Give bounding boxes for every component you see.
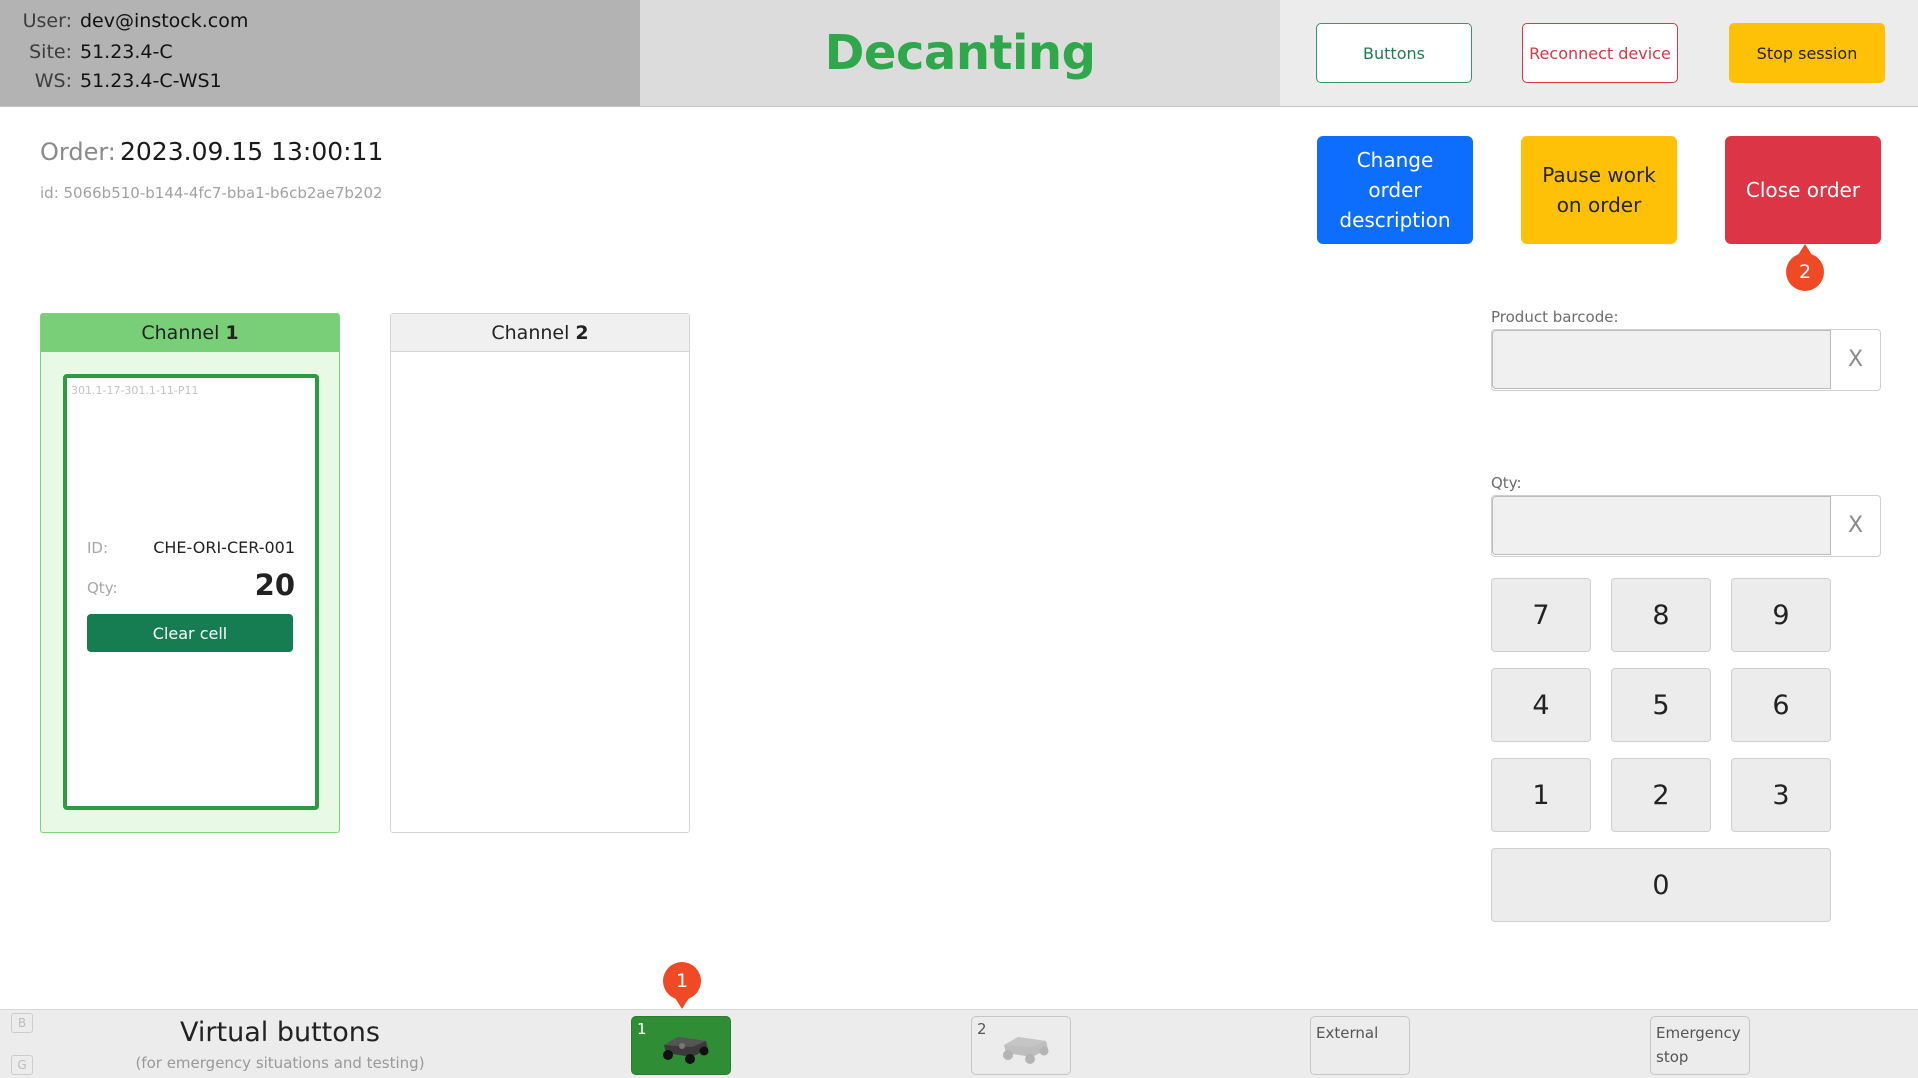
channel-1-name: Channel [141, 321, 220, 344]
external-button[interactable]: External [1310, 1016, 1410, 1075]
user-info-panel: User: dev@instock.com Site: 51.23.4-C WS… [0, 0, 640, 106]
product-barcode-field: X [1491, 329, 1881, 391]
external-label: External [1316, 1024, 1379, 1042]
channel-1-panel: Channel 1 301.1-17-301.1-11-P11 ID: CHE-O… [40, 313, 340, 833]
channel-2-name: Channel [491, 321, 570, 344]
vehicle-1-number: 1 [637, 1020, 647, 1038]
cell-qty-value: 20 [254, 568, 295, 602]
product-barcode-label: Product barcode: [1491, 308, 1619, 326]
ws-value: 51.23.4-C-WS1 [80, 70, 222, 92]
emergency-stop-label: Emergency stop [1656, 1024, 1741, 1066]
channel-2-header: Channel 2 [391, 314, 689, 352]
reconnect-device-button[interactable]: Reconnect device [1522, 23, 1678, 83]
keypad-key-9[interactable]: 9 [1731, 578, 1831, 652]
clear-barcode-button[interactable]: X [1831, 330, 1880, 389]
clear-cell-button[interactable]: Clear cell [87, 614, 293, 652]
qty-input[interactable] [1492, 496, 1831, 555]
vehicle-1-button[interactable]: 1 [631, 1016, 731, 1075]
keypad-key-6[interactable]: 6 [1731, 668, 1831, 742]
order-value: 2023.09.15 13:00:11 [120, 137, 384, 166]
keypad-key-2[interactable]: 2 [1611, 758, 1711, 832]
keypad-key-4[interactable]: 4 [1491, 668, 1591, 742]
keypad-key-8[interactable]: 8 [1611, 578, 1711, 652]
step-marker-2: 2 [1786, 244, 1824, 291]
keypad-key-3[interactable]: 3 [1731, 758, 1831, 832]
ws-label: WS: [34, 70, 72, 92]
qty-field: X [1491, 495, 1881, 557]
product-barcode-input[interactable] [1492, 330, 1831, 389]
qty-label: Qty: [1491, 474, 1522, 492]
site-label: Site: [29, 41, 72, 63]
pause-work-button[interactable]: Pause work on order [1521, 136, 1677, 244]
cell-qty-label: Qty: [87, 579, 118, 597]
keypad-key-0[interactable]: 0 [1491, 848, 1831, 922]
robot-vehicle-icon [663, 1037, 709, 1064]
channel-1-header: Channel 1 [41, 314, 339, 352]
keypad-key-1[interactable]: 1 [1491, 758, 1591, 832]
virtual-buttons-title: Virtual buttons [180, 1017, 380, 1048]
site-value: 51.23.4-C [80, 41, 173, 63]
keypad-key-7[interactable]: 7 [1491, 578, 1591, 652]
site-row: Site: 51.23.4-C [0, 41, 640, 71]
order-label: Order: [40, 138, 116, 166]
clear-qty-button[interactable]: X [1831, 496, 1880, 555]
change-order-description-button[interactable]: Change order description [1317, 136, 1473, 244]
page-title: Decanting [824, 25, 1096, 81]
step-marker-1: 1 [663, 962, 701, 1009]
session-buttons: Buttons Reconnect device Stop session [1280, 0, 1918, 106]
channel-1-cell[interactable]: 301.1-17-301.1-11-P11 ID: CHE-ORI-CER-00… [63, 374, 319, 810]
buttons-button[interactable]: Buttons [1316, 23, 1472, 83]
vehicle-2-number: 2 [977, 1020, 987, 1038]
cell-id-label: ID: [87, 539, 109, 557]
stop-session-button[interactable]: Stop session [1729, 23, 1885, 83]
robot-vehicle-icon [1003, 1037, 1049, 1064]
channel-2-number: 2 [575, 321, 589, 344]
virtual-buttons-subtitle: (for emergency situations and testing) [135, 1054, 425, 1072]
top-bar: User: dev@instock.com Site: 51.23.4-C WS… [0, 0, 1918, 107]
ws-row: WS: 51.23.4-C-WS1 [0, 70, 640, 100]
cell-address: 301.1-17-301.1-11-P11 [71, 384, 199, 397]
title-panel: Decanting [640, 0, 1280, 106]
order-id: id: 5066b510-b144-4fc7-bba1-b6cb2ae7b202 [40, 184, 383, 202]
keypad-key-5[interactable]: 5 [1611, 668, 1711, 742]
channel-2-panel: Channel 2 [390, 313, 690, 833]
user-label: User: [22, 10, 72, 32]
user-row: User: dev@instock.com [0, 10, 640, 40]
cell-id-value: CHE-ORI-CER-001 [153, 538, 295, 557]
emergency-stop-button[interactable]: Emergency stop [1650, 1016, 1750, 1075]
vehicle-2-button[interactable]: 2 [971, 1016, 1071, 1075]
virtual-buttons-bar: B G Virtual buttons (for emergency situa… [0, 1009, 1918, 1078]
user-value: dev@instock.com [80, 10, 249, 32]
close-order-button[interactable]: Close order [1725, 136, 1881, 244]
channel-1-number: 1 [225, 321, 239, 344]
